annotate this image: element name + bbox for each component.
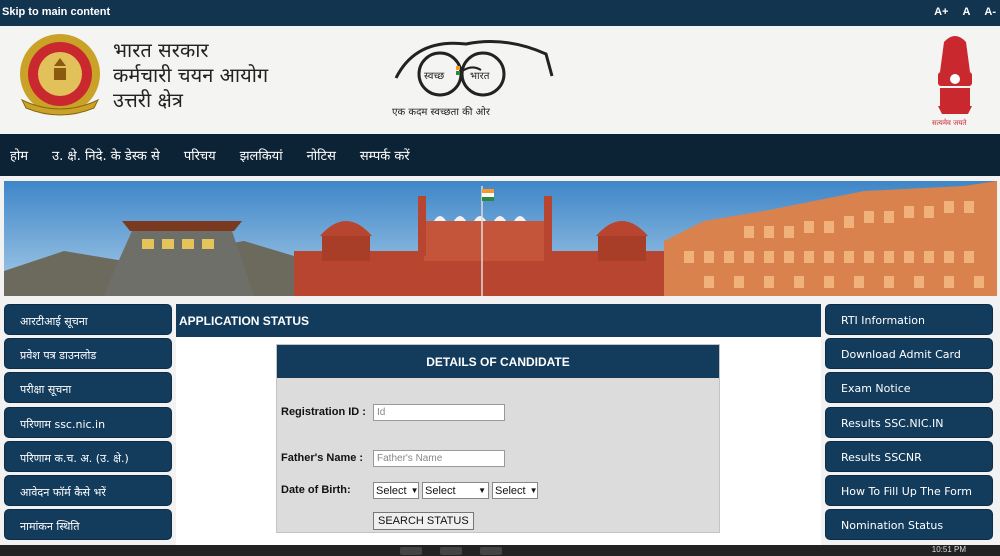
candidate-details-form: DETAILS OF CANDIDATE Registration ID : F…	[276, 344, 720, 533]
left-sidebar: आरटीआई सूचना प्रवेश पत्र डाउनलोड परीक्षा…	[4, 304, 172, 543]
nav-contact[interactable]: सम्पर्क करें	[360, 146, 410, 164]
father-name-input[interactable]	[373, 450, 505, 467]
sidebar-item-nomination-hindi[interactable]: नामांकन स्थिति	[4, 509, 172, 541]
registration-id-input[interactable]	[373, 404, 505, 421]
emblem-motto: सत्यमेव जयते	[932, 118, 967, 127]
org-line-2: कर्मचारी चयन आयोग	[113, 63, 269, 87]
taskbar-clock: 10:51 PM	[931, 545, 966, 554]
main-content: APPLICATION STATUS DETAILS OF CANDIDATE …	[176, 304, 821, 556]
main-navigation: होम उ. क्षे. निदे. के डेस्क से परिचय झलक…	[0, 134, 1000, 176]
dob-month-select[interactable]: Select ▼	[422, 482, 489, 499]
chevron-down-icon: ▼	[410, 486, 419, 495]
form-title: DETAILS OF CANDIDATE	[277, 345, 719, 378]
sidebar-item-results-sscnr[interactable]: Results SSCNR	[825, 440, 993, 472]
sidebar-item-result-ssc-hindi[interactable]: परिणाम ssc.nic.in	[4, 406, 172, 438]
chevron-down-icon: ▼	[529, 486, 538, 495]
sidebar-item-result-nr-hindi[interactable]: परिणाम क.च. अ. (उ. क्षे.)	[4, 440, 172, 472]
dob-year-select[interactable]: Select ▼	[492, 482, 538, 499]
skip-to-content-link[interactable]: Skip to main content	[2, 6, 110, 18]
top-bar: Skip to main content A+ A A-	[0, 0, 1000, 26]
nav-home[interactable]: होम	[10, 146, 28, 164]
taskbar-app-icon[interactable]	[480, 547, 502, 555]
font-normal-button[interactable]: A	[962, 6, 970, 18]
sidebar-item-form-help[interactable]: How To Fill Up The Form	[825, 474, 993, 506]
father-name-label: Father's Name :	[281, 452, 364, 464]
monuments-banner	[4, 181, 997, 296]
dob-year-value: Select	[495, 484, 526, 497]
national-emblem: सत्यमेव जयते	[932, 36, 972, 127]
sidebar-item-rti[interactable]: RTI Information	[825, 304, 993, 335]
font-increase-button[interactable]: A+	[934, 6, 948, 18]
org-line-3: उत्तरी क्षेत्र	[113, 88, 183, 112]
font-decrease-button[interactable]: A-	[984, 6, 996, 18]
ssc-logo	[20, 34, 100, 116]
taskbar-app-icon[interactable]	[400, 547, 422, 555]
dob-day-value: Select	[376, 484, 407, 497]
sidebar-item-results-ssc[interactable]: Results SSC.NIC.IN	[825, 406, 993, 438]
sidebar-item-rti-hindi[interactable]: आरटीआई सूचना	[4, 304, 172, 335]
taskbar-app-icon[interactable]	[440, 547, 462, 555]
sidebar-item-exam-notice[interactable]: Exam Notice	[825, 372, 993, 404]
nav-introduction[interactable]: परिचय	[184, 146, 216, 164]
sidebar-item-exam-notice-hindi[interactable]: परीक्षा सूचना	[4, 372, 172, 404]
chevron-down-icon: ▼	[478, 486, 486, 495]
org-line-1: भारत सरकार	[113, 38, 209, 62]
swachh-right-text: भारत	[470, 71, 490, 82]
sidebar-item-admit-card[interactable]: Download Admit Card	[825, 338, 993, 370]
sidebar-item-admit-card-hindi[interactable]: प्रवेश पत्र डाउनलोड	[4, 338, 172, 370]
dob-day-select[interactable]: Select ▼	[373, 482, 419, 499]
organization-name: भारत सरकार कर्मचारी चयन आयोग उत्तरी क्षे…	[113, 38, 268, 113]
swachh-left-text: स्वच्छ	[424, 71, 444, 82]
dob-label: Date of Birth:	[281, 484, 351, 496]
right-sidebar: RTI Information Download Admit Card Exam…	[825, 304, 993, 543]
os-taskbar: 10:51 PM	[0, 545, 1000, 556]
search-status-button[interactable]: SEARCH STATUS	[373, 512, 474, 530]
nav-glimpses[interactable]: झलकियां	[240, 146, 283, 164]
nav-director-desk[interactable]: उ. क्षे. निदे. के डेस्क से	[52, 146, 160, 164]
swachh-tagline: एक कदम स्वच्छता की ओर	[392, 107, 490, 118]
page-title: APPLICATION STATUS	[176, 304, 821, 337]
font-size-controls: A+ A A-	[934, 6, 996, 18]
sidebar-item-form-help-hindi[interactable]: आवेदन फॉर्म कैसे भरें	[4, 474, 172, 506]
swachh-bharat-logo: स्वच्छ भारत	[394, 40, 554, 97]
sidebar-item-nomination[interactable]: Nomination Status	[825, 509, 993, 541]
registration-id-label: Registration ID :	[281, 406, 366, 418]
nav-notice[interactable]: नोटिस	[307, 146, 336, 164]
site-header: भारत सरकार कर्मचारी चयन आयोग उत्तरी क्षे…	[0, 26, 1000, 134]
dob-month-value: Select	[425, 484, 456, 497]
